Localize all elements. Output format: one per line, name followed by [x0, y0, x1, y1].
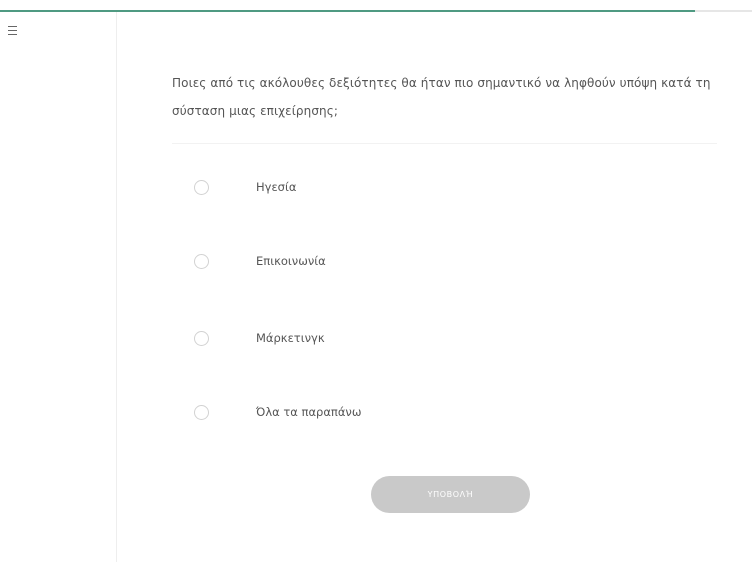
answer-option-4[interactable]: Όλα τα παραπάνω [184, 397, 544, 427]
sidebar-divider [116, 12, 117, 562]
radio-button[interactable] [194, 179, 209, 195]
quiz-page: Ποιες από τις ακόλουθες δεξιότητες θα ήτ… [0, 0, 752, 562]
answer-option-label: Μάρκετινγκ [256, 331, 325, 345]
hamburger-menu-icon[interactable] [8, 22, 22, 38]
question-text: Ποιες από τις ακόλουθες δεξιότητες θα ήτ… [172, 76, 711, 118]
menu-line [8, 34, 17, 35]
answer-option-label: Ηγεσία [256, 180, 297, 194]
progress-bar-fill [0, 10, 695, 12]
answer-option-3[interactable]: Μάρκετινγκ [184, 323, 544, 353]
menu-line [8, 26, 17, 27]
menu-line [8, 30, 17, 31]
answer-option-label: Επικοινωνία [256, 254, 326, 268]
submit-button[interactable]: Υποβολή [371, 476, 530, 513]
progress-bar-track [695, 10, 752, 12]
radio-button[interactable] [194, 330, 209, 346]
answer-option-2[interactable]: Επικοινωνία [184, 246, 544, 276]
radio-button[interactable] [194, 404, 209, 420]
answer-option-1[interactable]: Ηγεσία [184, 172, 544, 202]
answer-option-label: Όλα τα παραπάνω [256, 405, 362, 419]
radio-button[interactable] [194, 253, 209, 269]
question-divider [172, 143, 717, 144]
